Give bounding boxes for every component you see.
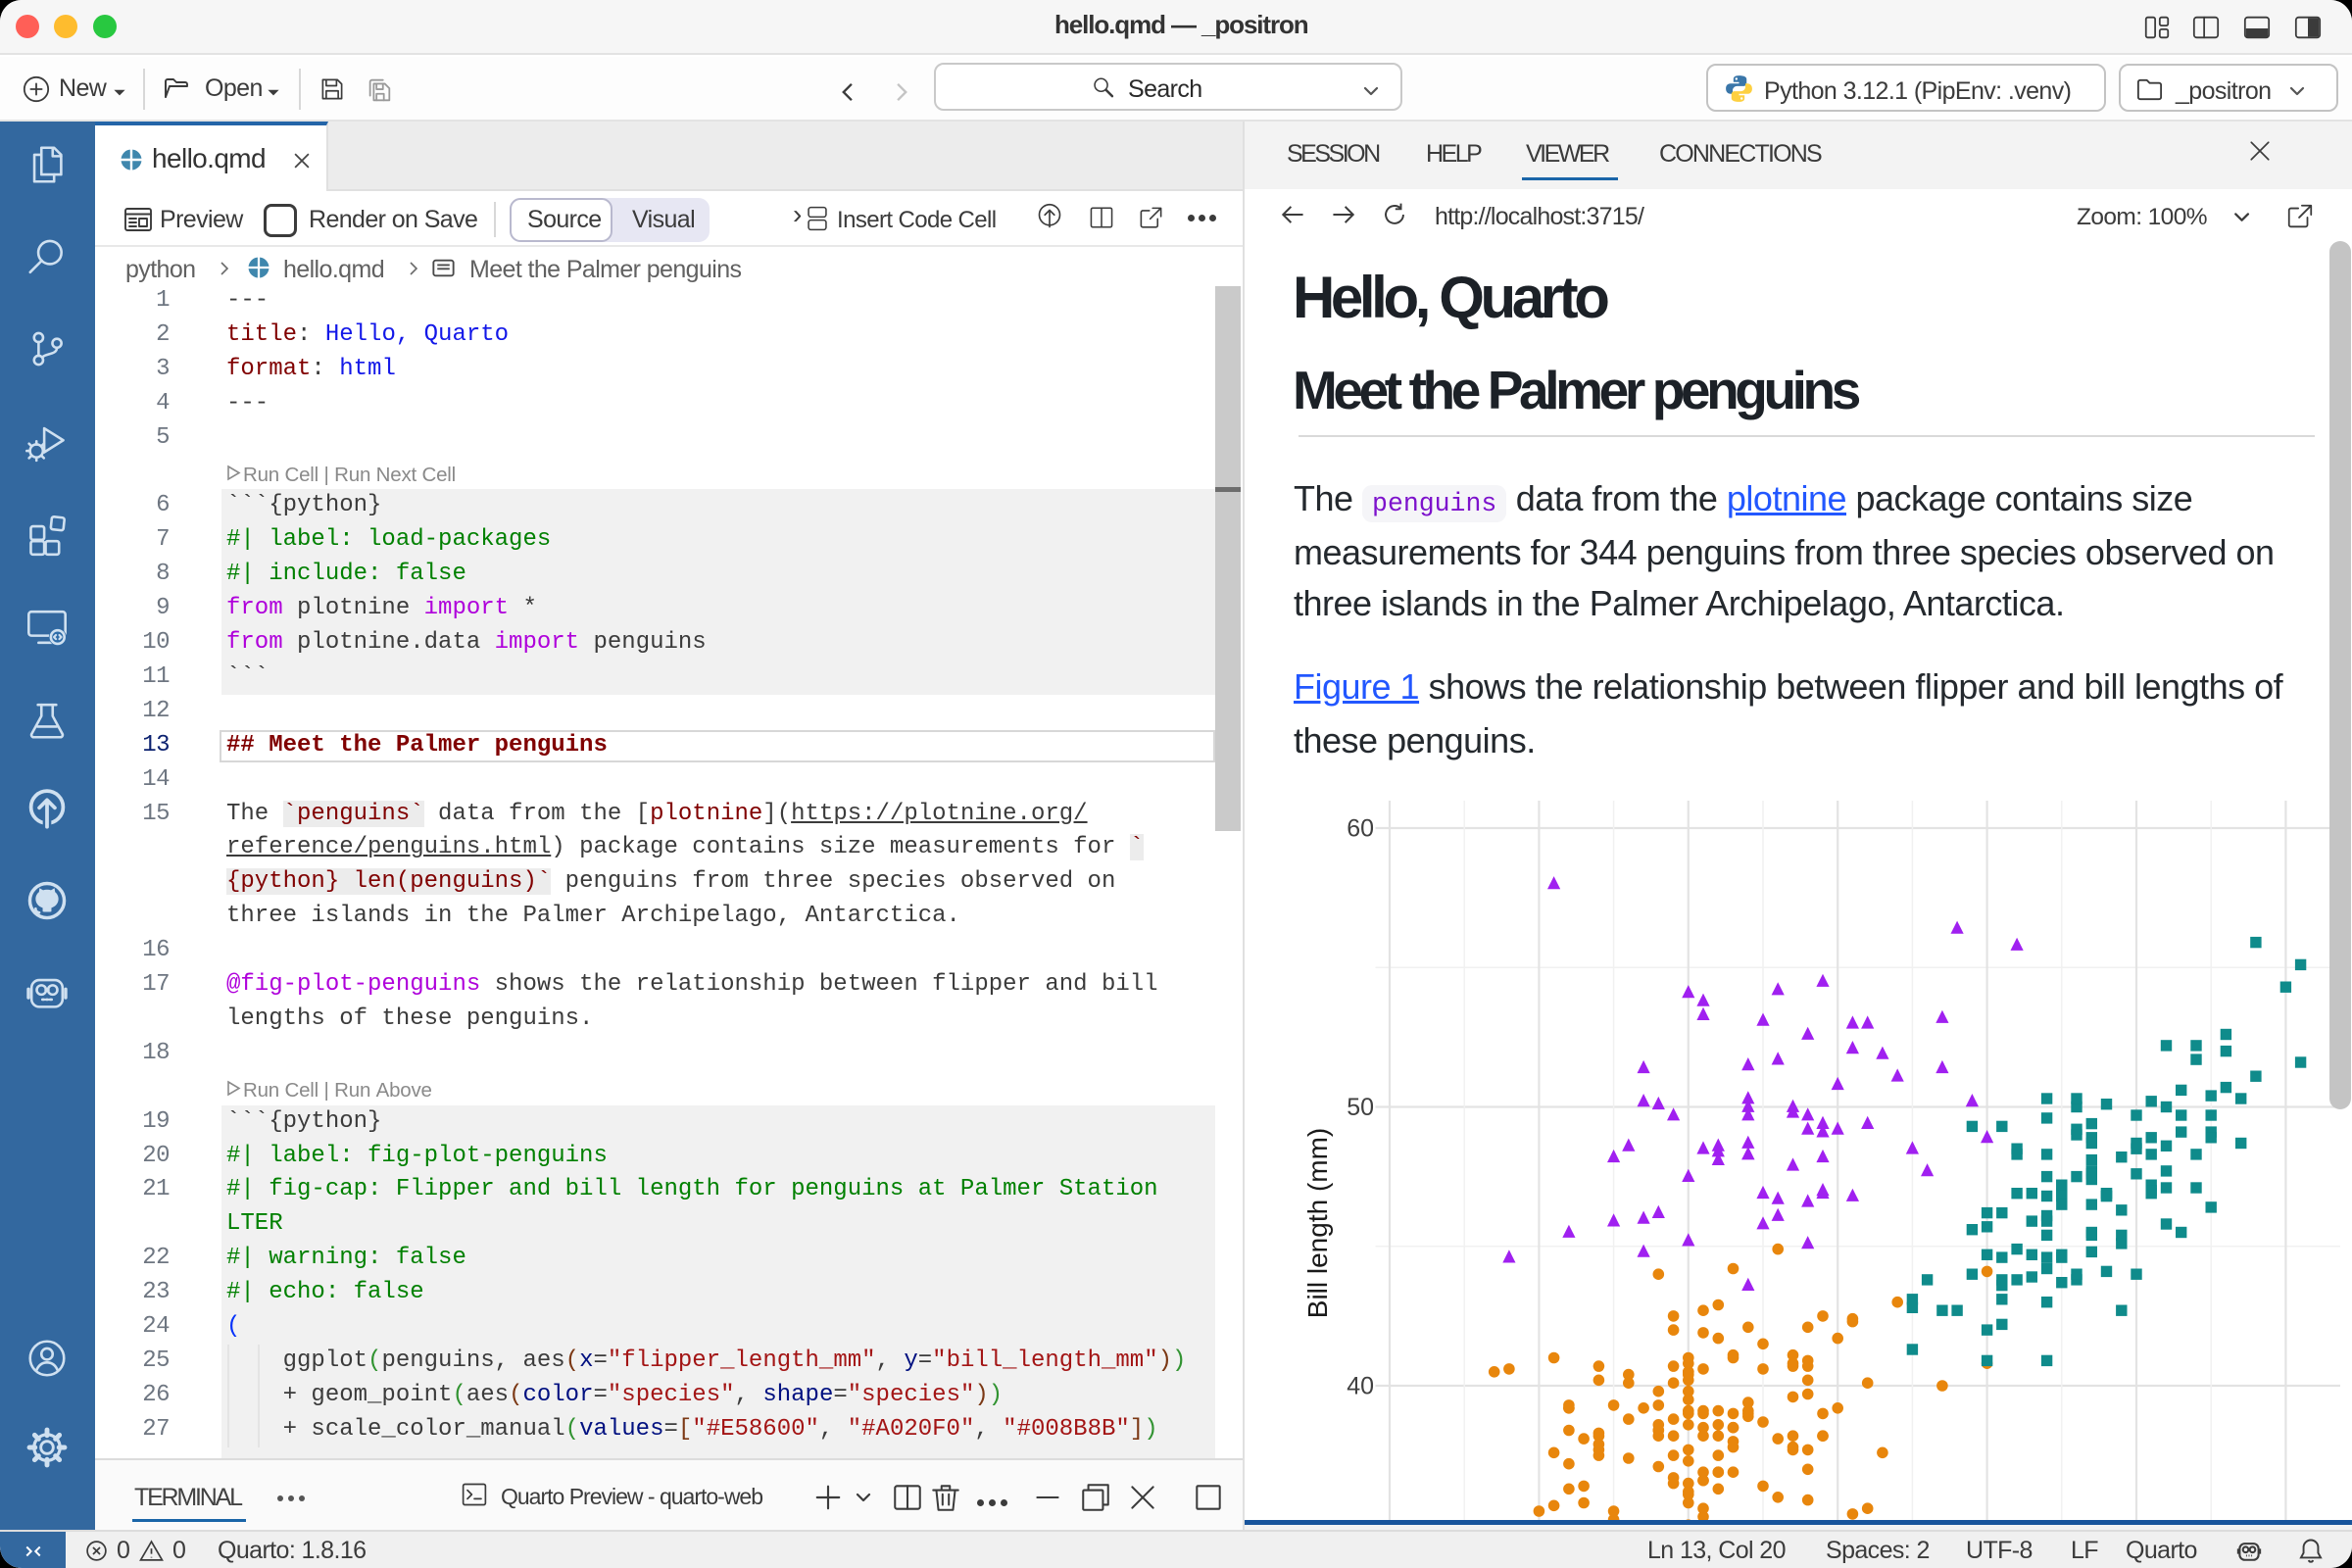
svg-text:40: 40 — [1347, 1373, 1374, 1400]
svg-text:Bill length (mm): Bill length (mm) — [1302, 1128, 1333, 1318]
svg-text:50: 50 — [1347, 1094, 1374, 1121]
svg-text:60: 60 — [1347, 815, 1374, 843]
